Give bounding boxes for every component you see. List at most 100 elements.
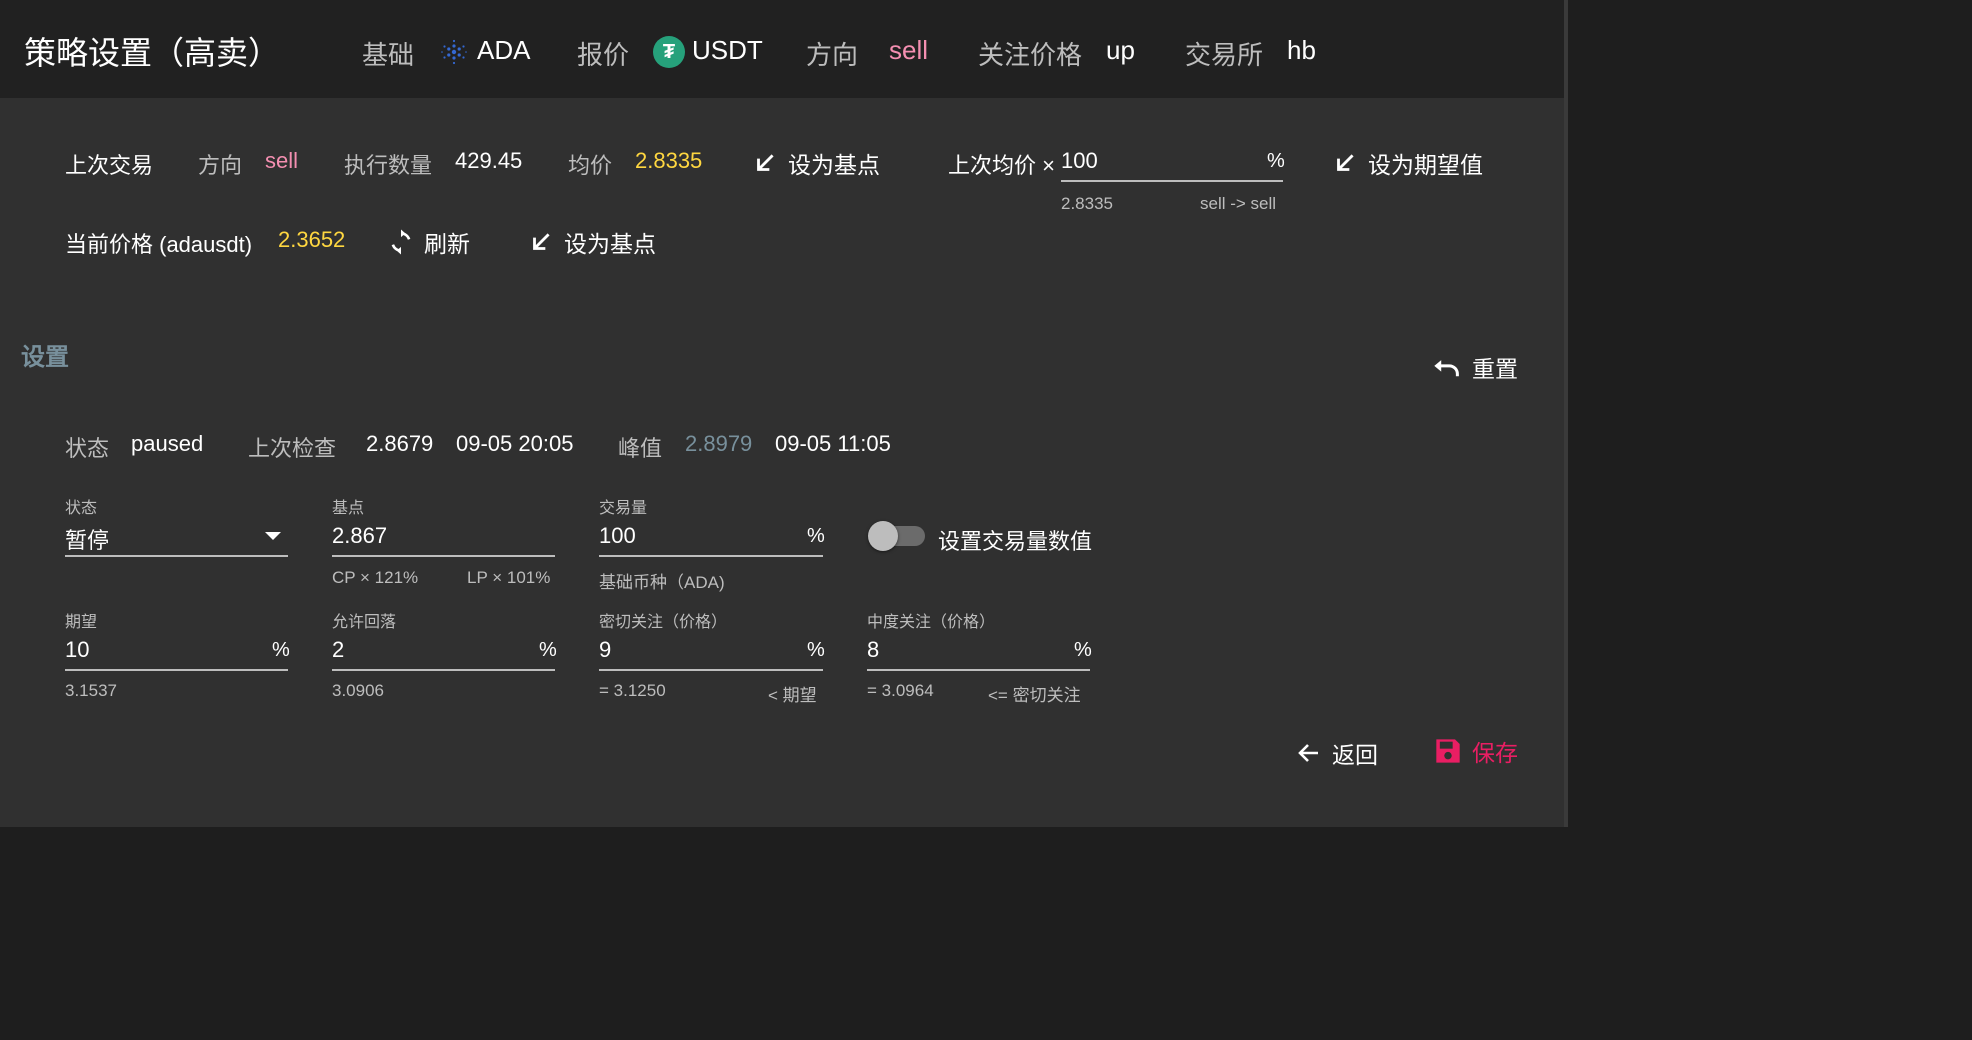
arrow-left-icon [1298,744,1318,762]
exchange-label: 交易所 [1185,40,1264,70]
mid-watch-field-suffix: % [1074,639,1092,661]
state-select-underline [65,555,288,557]
volume-field-label: 交易量 [599,500,648,517]
last-check-time: 09-05 20:05 [456,431,574,456]
exchange-value: hb [1287,35,1316,65]
last-trade-avg-value: 2.8335 [635,148,703,173]
watch-price-label: 关注价格 [978,40,1083,70]
mid-watch-field-hint-left: = 3.0964 [867,681,934,700]
floppy-disk-icon [1436,739,1460,763]
mid-watch-field-input[interactable]: 8 [867,637,879,663]
refresh-icon [391,229,411,255]
status-value: paused [131,431,204,456]
last-check-price: 2.8679 [366,431,434,456]
usdt-icon: ₮ [653,36,685,68]
current-price-value: 2.3652 [278,227,346,252]
last-check-label: 上次检查 [248,436,337,461]
direction-label: 方向 [806,40,859,70]
avg-multiplier-label: 上次均价 × [948,153,1055,178]
mid-watch-field-hint-right: <= 密切关注 [988,686,1081,705]
quote-label: 报价 [577,40,630,70]
set-base-from-current-label: 设为基点 [564,231,656,257]
toggle-thumb [868,521,898,551]
mid-watch-field-label: 中度关注（价格） [867,614,996,631]
refresh-label: 刷新 [424,231,470,257]
ada-icon [441,39,467,65]
set-base-from-last-button[interactable]: 设为基点 [752,146,880,180]
base-field-hint-right: LP × 101% [467,568,551,587]
expect-field-suffix: % [272,639,290,661]
back-label: 返回 [1332,742,1378,768]
volume-field-hint: 基础币种（ADA) [599,573,725,592]
base-coin: ADA [477,35,531,65]
settings-title: 设置 [21,344,69,371]
current-price-label: 当前价格 (adausdt) [65,232,253,257]
save-label: 保存 [1472,740,1518,766]
volume-field-underline [599,555,823,557]
peak-label: 峰值 [618,436,663,461]
caret-down-icon[interactable] [264,531,282,541]
drawdown-field-underline [332,669,555,671]
volume-field-input[interactable]: 100 [599,523,636,549]
page-title: 策略设置（高卖） [24,35,281,71]
arrow-down-left-icon [1337,154,1354,171]
base-label: 基础 [362,40,415,70]
arrow-down-left-icon [757,154,774,171]
avg-multiplier-hint-left: 2.8335 [1061,194,1113,213]
base-field-label: 基点 [332,500,365,517]
refresh-button[interactable]: 刷新 [388,225,470,259]
state-select-label: 状态 [65,500,98,517]
direction-value: sell [889,35,929,65]
base-field-hint-left: CP × 121% [332,568,419,587]
expect-field-input[interactable]: 10 [65,637,89,663]
close-watch-field-input[interactable]: 9 [599,637,611,663]
peak-value: 2.8979 [685,431,753,456]
back-button[interactable]: 返回 [1296,736,1378,770]
mid-watch-field-underline [867,669,1090,671]
avg-multiplier-input[interactable]: 100 [1061,148,1098,174]
avg-multiplier-underline [1061,180,1283,182]
drawdown-field-input[interactable]: 2 [332,637,344,663]
last-trade-qty-value: 429.45 [455,148,523,173]
drawdown-field-label: 允许回落 [332,614,397,631]
save-button[interactable]: 保存 [1434,734,1518,768]
close-watch-field-label: 密切关注（价格） [599,614,728,631]
close-watch-field-suffix: % [807,639,825,661]
expect-field-hint: 3.1537 [65,681,117,700]
base-field-underline [332,555,555,557]
quote-coin: USDT [692,35,763,65]
main-panel [0,98,1564,827]
volume-value-toggle[interactable] [868,521,926,551]
peak-time: 09-05 11:05 [775,431,891,456]
set-expect-button[interactable]: 设为期望值 [1332,146,1483,180]
reset-label: 重置 [1472,356,1518,382]
drawdown-field-suffix: % [539,639,557,661]
status-label: 状态 [65,436,110,461]
undo-icon [1434,360,1459,377]
expect-field-label: 期望 [65,614,98,631]
last-trade-avg-label: 均价 [568,153,613,178]
avg-multiplier-hint-right: sell -> sell [1200,194,1277,213]
close-watch-field-hint-right: < 期望 [768,686,817,705]
volume-toggle-label: 设置交易量数值 [938,529,1093,554]
base-field-input[interactable]: 2.867 [332,523,387,549]
set-base-from-last-label: 设为基点 [788,152,880,178]
close-watch-field-hint-left: = 3.1250 [599,681,666,700]
set-base-from-current-button[interactable]: 设为基点 [528,225,656,259]
window-edge [1564,0,1568,827]
last-trade-label: 上次交易 [65,153,154,178]
avg-multiplier-suffix: % [1267,150,1285,172]
drawdown-field-hint: 3.0906 [332,681,384,700]
reset-button[interactable]: 重置 [1432,350,1518,384]
last-trade-qty-label: 执行数量 [344,153,433,178]
close-watch-field-underline [599,669,823,671]
last-trade-direction-label: 方向 [198,153,243,178]
set-expect-label: 设为期望值 [1368,152,1483,178]
arrow-down-left-icon [533,233,550,250]
app-header: 策略设置（高卖） 基础 ADA 报价 ₮ USDT 方向 sell 关注价格 u… [0,0,1564,98]
last-trade-direction-value: sell [265,148,299,173]
volume-field-suffix: % [807,525,825,547]
watch-price-value: up [1106,35,1135,65]
state-select[interactable]: 暂停 [65,523,109,555]
expect-field-underline [65,669,288,671]
